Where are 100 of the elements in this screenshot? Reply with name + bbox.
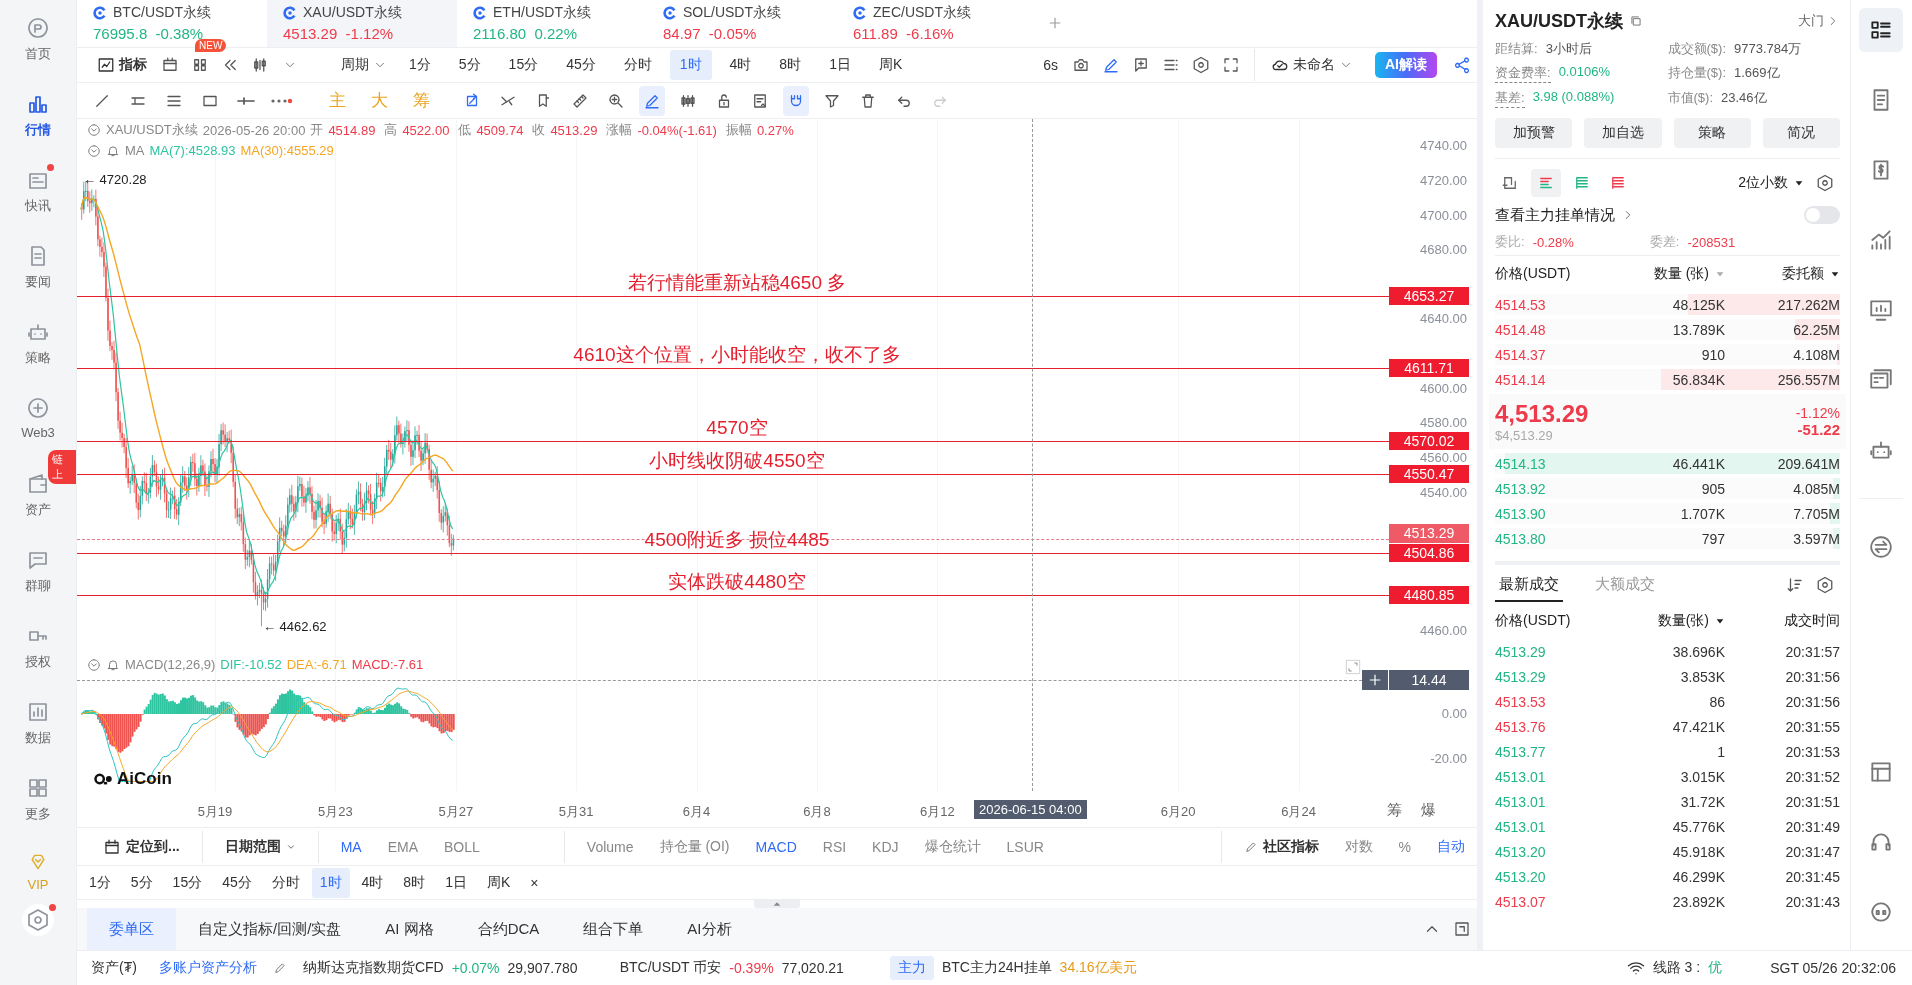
trade-price: 4513.20 — [1495, 868, 1547, 885]
sidebar-item[interactable]: 策略 — [6, 304, 70, 380]
interval-tab[interactable]: 45分 — [556, 49, 606, 80]
order-total: 7.705M — [1792, 505, 1840, 522]
indicator-toggle[interactable]: BOLL — [432, 831, 492, 862]
indicator-name: MACD(12,26,9) — [125, 657, 216, 673]
interval-tab[interactable]: 8时 — [769, 49, 812, 80]
bottom-tab[interactable]: 自定义指标/回测/实盘 — [176, 908, 364, 950]
symbol-tab[interactable]: SOL/USDT永续 84.97 -0.05% — [647, 0, 837, 47]
interval-tab[interactable]: 1分 — [399, 49, 441, 80]
sidebar-item[interactable]: 行情 — [6, 76, 70, 152]
interval-tab[interactable]: 1日 — [437, 867, 475, 898]
main-force-text: BTC主力24H挂单 — [941, 959, 1052, 977]
interval-tab[interactable]: 1时 — [669, 49, 712, 80]
log-scale-toggle[interactable]: 对数 — [1332, 831, 1385, 862]
trade-price: 4513.01 — [1495, 793, 1547, 810]
symbol-tab[interactable]: XAU/USDT永续 4513.29 -1.12% — [267, 0, 457, 47]
interval-tab[interactable]: 15分 — [498, 49, 549, 80]
axis-toggle[interactable]: 爆 — [1413, 801, 1443, 821]
close-button[interactable]: × — [522, 867, 547, 898]
action-button[interactable]: 策略 — [1673, 118, 1751, 148]
interval-tab[interactable]: 5分 — [448, 49, 491, 80]
trade-time: 20:31:43 — [1784, 893, 1840, 910]
precision-dropdown[interactable]: 2位小数 — [1738, 174, 1804, 192]
bottom-tab[interactable]: 委单区 — [87, 908, 176, 950]
auto-scale-toggle[interactable]: 自动 — [1425, 831, 1477, 862]
indicator-toggle[interactable]: EMA — [375, 831, 430, 862]
interval-tab[interactable]: 4时 — [353, 867, 392, 898]
indicator-toggle[interactable]: RSI — [810, 831, 859, 862]
sidebar-item[interactable]: 授权 — [6, 608, 70, 684]
exchange-link[interactable]: 大门 — [1798, 12, 1840, 30]
symbol-price: 2116.80 0.22% — [473, 25, 578, 43]
macd-tick: -20.00 — [1430, 752, 1467, 767]
date-range-dropdown[interactable]: 日期范围 — [212, 831, 308, 862]
indicator-value: DEA:-6.71 — [286, 657, 347, 673]
interval-tab[interactable]: 15分 — [164, 867, 211, 898]
action-button[interactable]: 加预警 — [1495, 118, 1573, 148]
column-header[interactable]: 委托额 — [1725, 265, 1840, 283]
chart-annotation: 小时线收阴破4550空 — [648, 450, 826, 473]
sidebar-item[interactable]: 快讯 — [6, 152, 70, 228]
bottom-tab[interactable]: 组合下单 — [561, 908, 666, 950]
community-indicators-button[interactable]: 社区指标 — [1231, 831, 1331, 862]
time-tick: 6月12 — [919, 803, 956, 822]
column-header[interactable]: 数量(张) — [1610, 612, 1725, 630]
symbol-tab[interactable]: ETH/USDT永续 2116.80 0.22% — [457, 0, 647, 47]
trade-time: 20:31:52 — [1784, 768, 1840, 785]
interval-tab[interactable]: 4时 — [719, 49, 762, 80]
interval-tab[interactable]: 分时 — [263, 867, 308, 898]
ohlc-label: 低 — [458, 121, 472, 140]
interval-tab[interactable]: 周K — [478, 867, 519, 898]
assets-analysis-link[interactable]: 多账户资产分析 — [158, 959, 257, 977]
interval-tab[interactable]: 1日 — [819, 49, 861, 80]
trade-amount: 23.892K — [1671, 893, 1725, 910]
trade-time: 20:31:47 — [1784, 843, 1840, 860]
interval-tab[interactable]: 1分 — [81, 867, 119, 898]
action-button[interactable]: 简况 — [1762, 118, 1840, 148]
interval-tab[interactable]: 8时 — [395, 867, 434, 898]
bottom-tab[interactable]: 合约DCA — [455, 908, 562, 950]
action-button[interactable]: 加自选 — [1584, 118, 1662, 148]
interval-tab[interactable]: 1时 — [311, 867, 350, 898]
refresh-interval-button[interactable]: 6s — [1035, 49, 1066, 80]
sidebar-item[interactable]: 数据 — [6, 684, 70, 760]
ohlc-value: 0.27% — [756, 122, 794, 138]
trade-amount: 47.421K — [1671, 718, 1725, 735]
interval-tab[interactable]: 5分 — [122, 867, 161, 898]
indicator-toggle[interactable]: KDJ — [860, 831, 911, 862]
trades-tab[interactable]: 最新成交 — [1495, 568, 1563, 602]
bottom-tab[interactable]: AI 网格 — [363, 908, 456, 950]
interval-tab[interactable]: 周K — [868, 49, 913, 80]
bottom-tab[interactable]: AI分析 — [665, 908, 754, 950]
ticker-name: 纳斯达克指数期货CFD — [302, 959, 444, 977]
stat-value: 3.98 (0.088%) — [1532, 89, 1615, 106]
sidebar-item[interactable]: 群聊 — [6, 532, 70, 608]
indicator-button[interactable]: 指标 — [89, 49, 155, 80]
main-orders-link[interactable]: 查看主力挂单情况 — [1495, 205, 1635, 225]
interval-tab[interactable]: 分时 — [613, 49, 662, 80]
indicator-toggle[interactable]: 爆仓统计 — [912, 831, 993, 862]
ohlc-value: 4514.89 — [328, 122, 376, 138]
symbol-tab[interactable]: ZEC/USDT永续 611.89 -6.16% — [837, 0, 1027, 47]
bid-price: 4513.92 — [1495, 480, 1547, 497]
indicator-toggle[interactable]: LSUR — [994, 831, 1056, 862]
indicator-toggle[interactable]: 持仓量 (OI) — [647, 831, 742, 862]
column-header[interactable]: 数量 (张) — [1610, 265, 1725, 283]
stat-value: 0.0106% — [1558, 64, 1610, 81]
indicator-toggle[interactable]: MA — [328, 831, 374, 862]
layout-name-dropdown[interactable]: 未命名 — [1263, 49, 1361, 80]
locate-button[interactable]: 定位到... — [91, 831, 192, 862]
interval-tab[interactable]: 45分 — [214, 867, 260, 898]
indicator-toggle[interactable]: MACD — [743, 831, 809, 862]
percent-scale-toggle[interactable]: % — [1386, 831, 1423, 862]
axis-toggle[interactable]: 筹 — [1379, 801, 1409, 821]
sidebar-item[interactable]: 首页 — [6, 0, 70, 76]
time-tick: 5月31 — [557, 803, 595, 822]
order-total: 4.085M — [1792, 480, 1840, 497]
sidebar-item[interactable]: 更多 — [6, 760, 70, 836]
period-dropdown[interactable]: 周期 — [333, 49, 395, 80]
price-line-label: 4570.02 — [1389, 431, 1469, 450]
ai-button[interactable]: AI解读 — [1375, 51, 1437, 78]
indicator-toggle[interactable]: Volume — [574, 831, 646, 862]
sidebar-item[interactable]: 要闻 — [6, 228, 70, 304]
